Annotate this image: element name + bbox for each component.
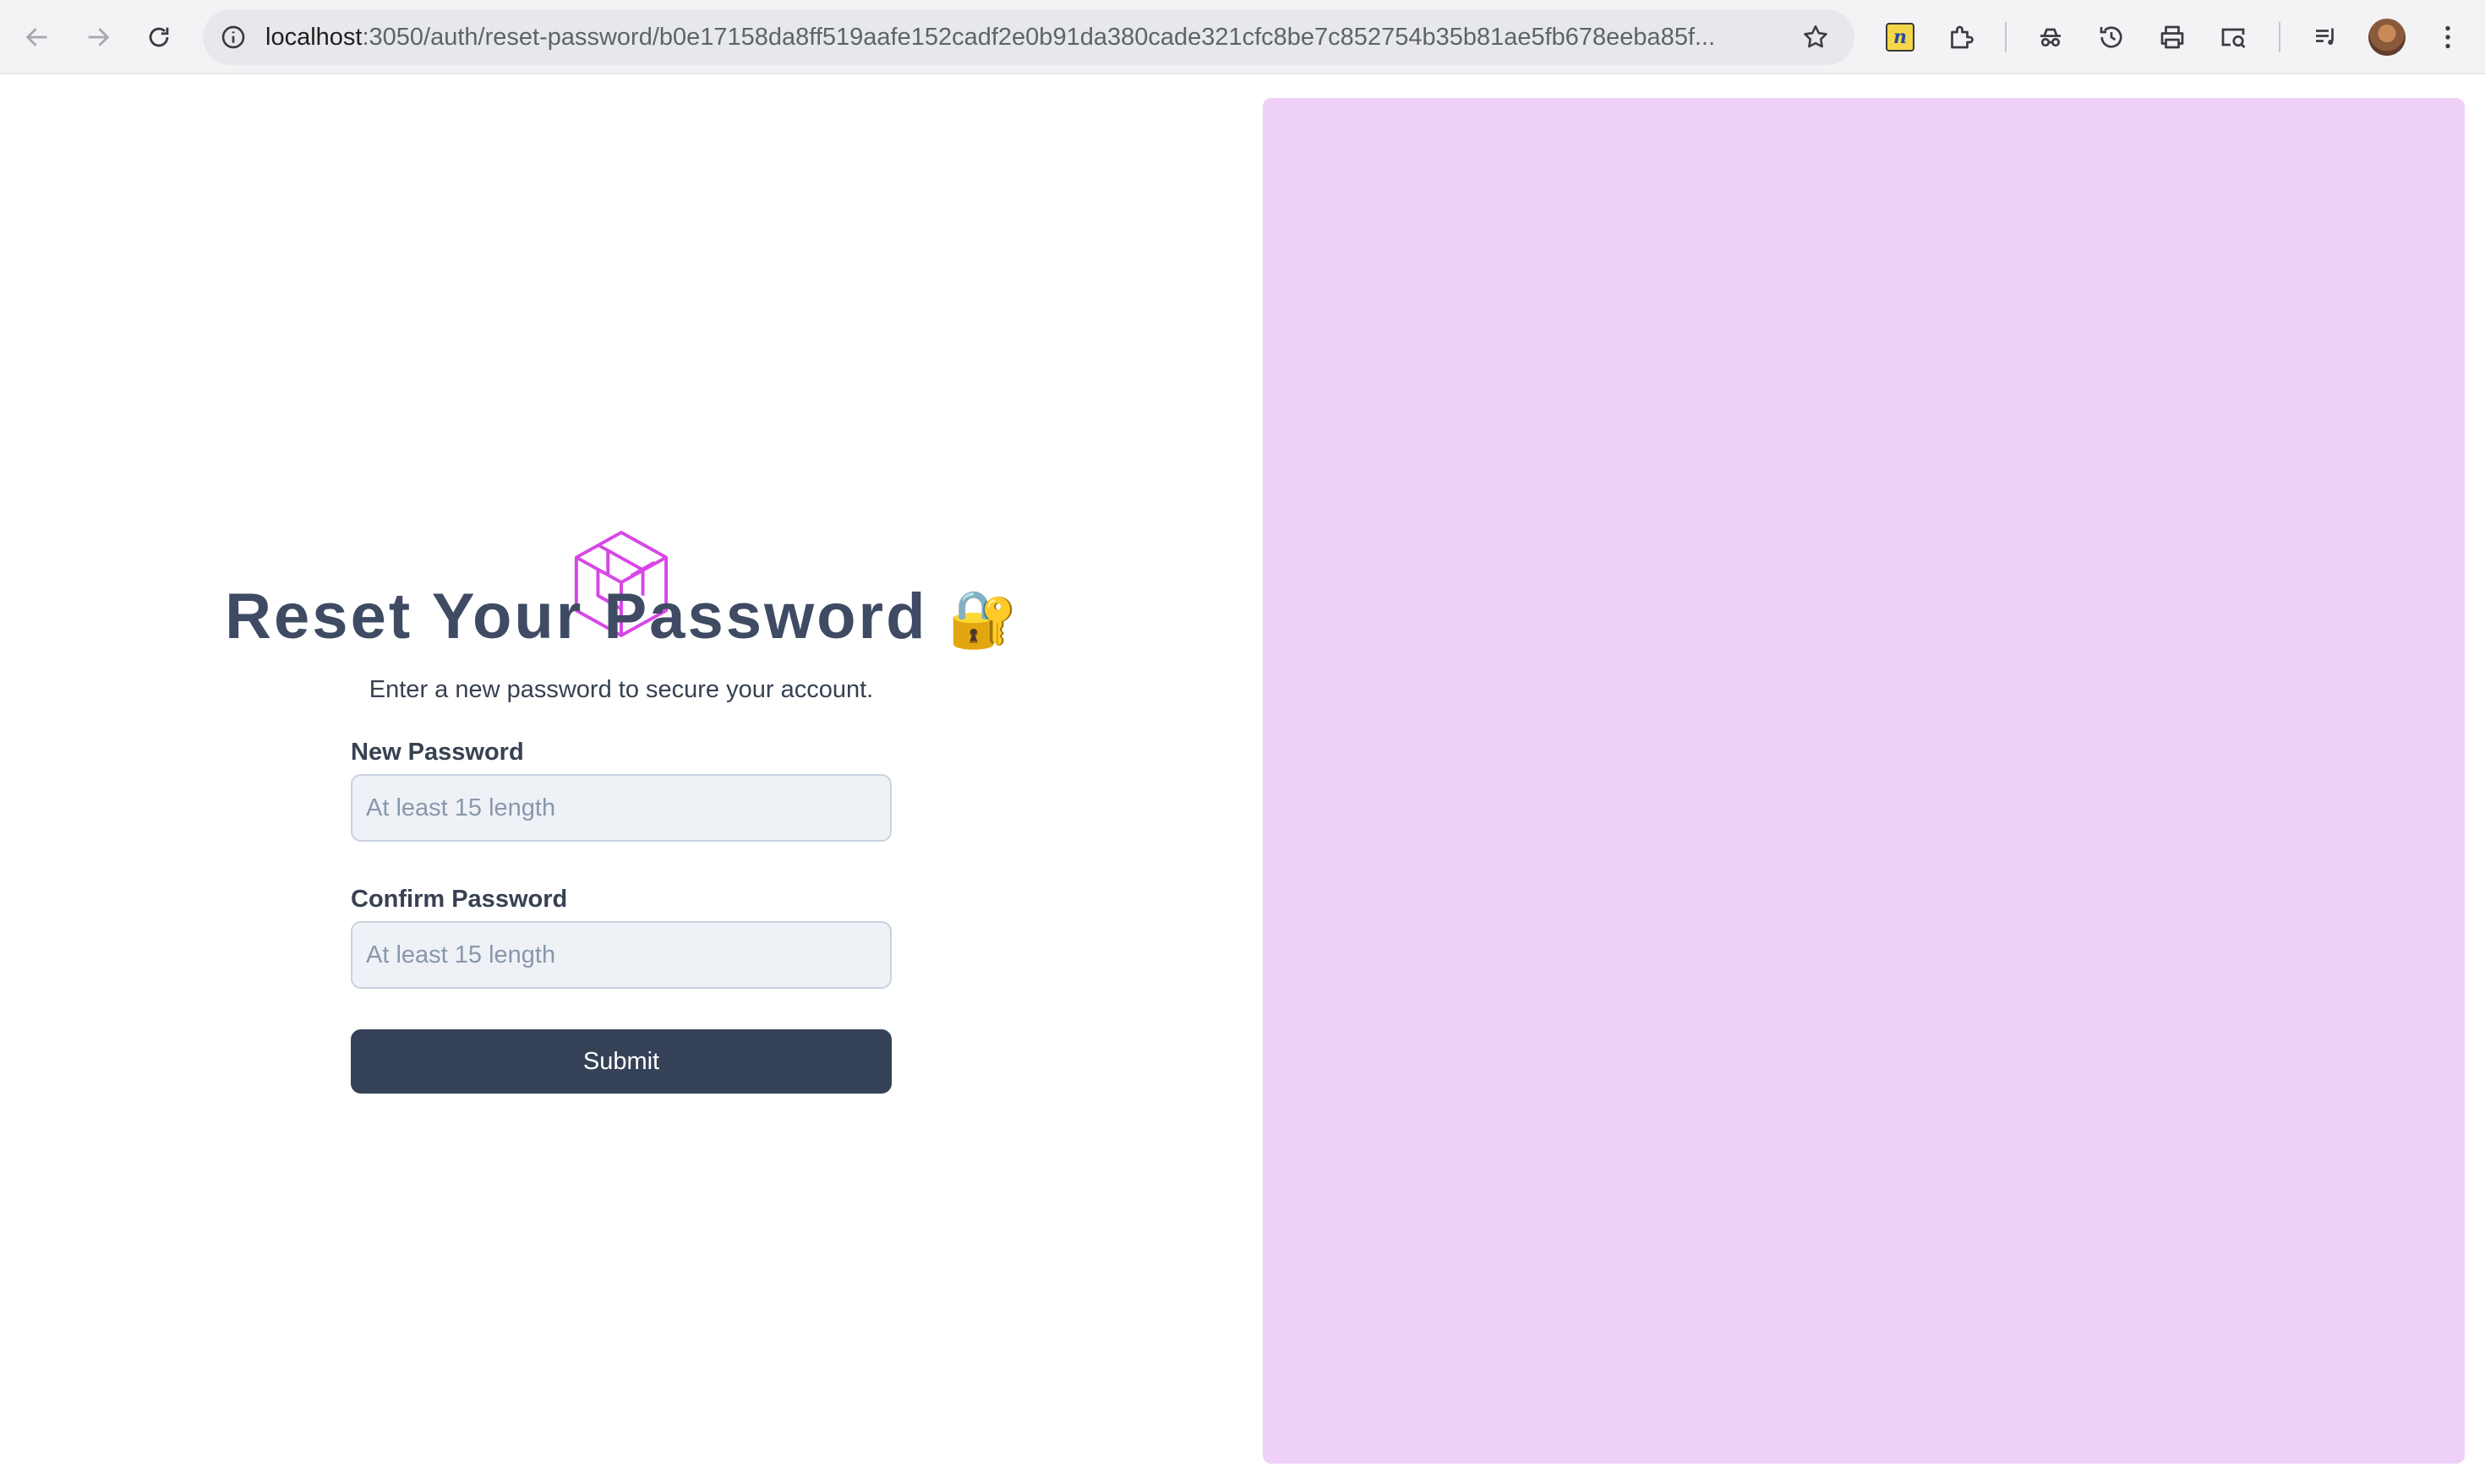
puzzle-icon bbox=[1951, 25, 1974, 49]
media-controls-icon bbox=[2316, 28, 2334, 45]
reset-password-panel: Reset Your Password 🔐 Enter a new passwo… bbox=[0, 76, 1242, 1484]
browser-toolbar: localhost:3050/auth/reset-password/b0e17… bbox=[0, 0, 2485, 74]
confirm-password-label: Confirm Password bbox=[351, 886, 568, 913]
reload-icon bbox=[149, 27, 169, 47]
address-bar[interactable]: localhost:3050/auth/reset-password/b0e17… bbox=[203, 9, 1854, 65]
profile-avatar[interactable] bbox=[2368, 19, 2406, 56]
media-controls-button[interactable] bbox=[2308, 19, 2345, 56]
page-title-text: Reset Your Password bbox=[225, 581, 928, 652]
browser-menu-button[interactable] bbox=[2429, 19, 2466, 56]
site-info-button[interactable] bbox=[216, 20, 250, 54]
url-host: localhost bbox=[265, 24, 363, 51]
extension-badge: n bbox=[1886, 23, 1914, 52]
page-subtitle: Enter a new password to secure your acco… bbox=[369, 676, 874, 703]
lock-key-icon: 🔐 bbox=[948, 587, 1018, 650]
extensions-button[interactable] bbox=[1942, 19, 1980, 56]
arrow-right-icon bbox=[88, 28, 110, 46]
submit-button[interactable]: Submit bbox=[351, 1029, 892, 1094]
incognito-icon bbox=[2040, 28, 2061, 47]
reload-button[interactable] bbox=[139, 17, 179, 57]
new-password-input[interactable] bbox=[351, 774, 892, 842]
toolbar-divider bbox=[2005, 22, 2007, 52]
forward-button[interactable] bbox=[78, 17, 118, 57]
bookmark-button[interactable] bbox=[1799, 20, 1832, 54]
info-icon bbox=[221, 25, 245, 49]
url-path: :3050/auth/reset-password/b0e17158da8ff5… bbox=[362, 24, 1716, 51]
history-icon bbox=[2100, 26, 2122, 48]
kebab-menu-icon bbox=[2445, 25, 2450, 49]
lens-button[interactable] bbox=[2215, 19, 2252, 56]
page-title: Reset Your Password 🔐 bbox=[0, 575, 1242, 661]
decorative-side-panel bbox=[1263, 98, 2465, 1464]
confirm-password-input[interactable] bbox=[351, 921, 892, 989]
search-image-icon bbox=[2221, 28, 2246, 48]
extension-button[interactable]: n bbox=[1882, 19, 1919, 56]
history-button[interactable] bbox=[2093, 19, 2130, 56]
toolbar-divider bbox=[2279, 22, 2280, 52]
url-text[interactable]: localhost:3050/auth/reset-password/b0e17… bbox=[265, 9, 1778, 65]
star-icon bbox=[1804, 25, 1827, 48]
incognito-button[interactable] bbox=[2032, 19, 2069, 56]
back-button[interactable] bbox=[17, 17, 57, 57]
new-password-label: New Password bbox=[351, 739, 524, 766]
print-button[interactable] bbox=[2154, 19, 2191, 56]
arrow-left-icon bbox=[25, 28, 47, 46]
printer-icon bbox=[2160, 25, 2184, 49]
